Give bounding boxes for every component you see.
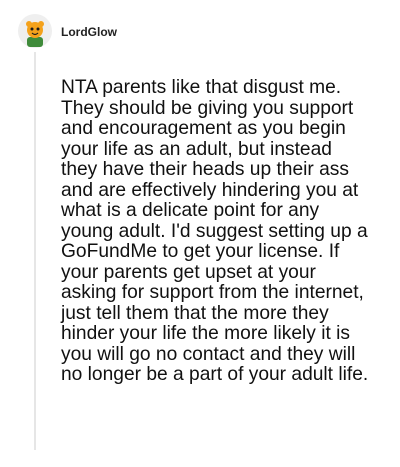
snoo-tiger-avatar-icon [18, 14, 52, 48]
comment-body: NTA parents like that disgust me. They s… [61, 77, 369, 385]
thread-line[interactable] [34, 52, 36, 450]
comment-card: LordGlow NTA parents like that disgust m… [0, 0, 400, 467]
user-avatar[interactable] [18, 14, 52, 48]
username[interactable]: LordGlow [61, 24, 117, 40]
